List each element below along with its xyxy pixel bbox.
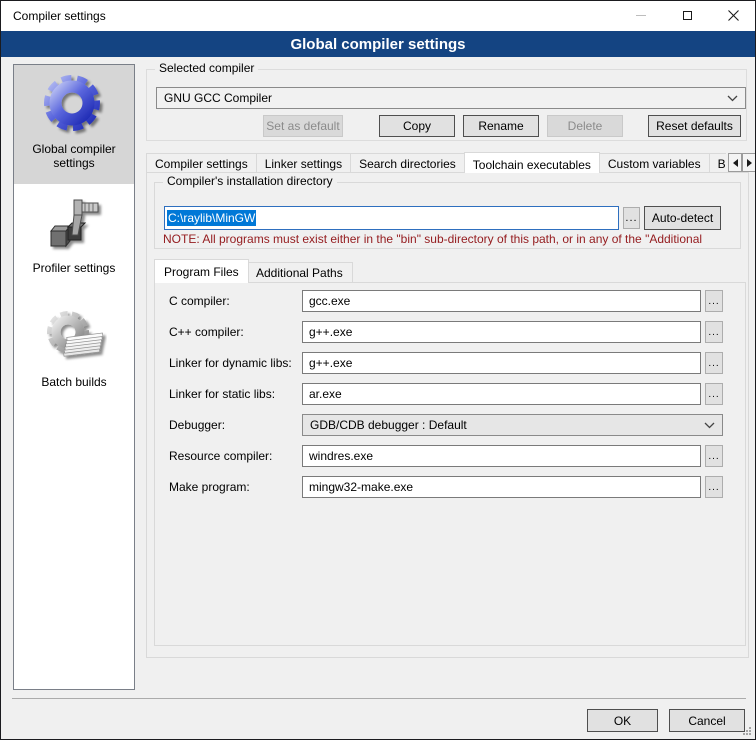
gear-icon: [41, 72, 107, 138]
debugger-label: Debugger:: [169, 414, 302, 436]
static-linker-browse-button[interactable]: ...: [705, 383, 723, 405]
left-arrow-icon: [733, 159, 738, 167]
c-compiler-label: C compiler:: [169, 290, 302, 312]
minimize-icon: [636, 15, 646, 16]
minimize-button[interactable]: [618, 1, 664, 30]
resize-grip[interactable]: [742, 726, 752, 736]
ellipsis-icon: ...: [708, 358, 719, 369]
window-title: Compiler settings: [1, 9, 106, 23]
footer-separator: [12, 698, 746, 699]
ellipsis-icon: ...: [625, 212, 637, 224]
program-files-panel: C compiler: ... C++ compiler: ... Linker…: [154, 282, 746, 646]
cancel-label: Cancel: [688, 714, 725, 728]
copy-button[interactable]: Copy: [379, 115, 455, 137]
ellipsis-icon: ...: [708, 482, 719, 493]
reset-defaults-button[interactable]: Reset defaults: [648, 115, 741, 137]
ok-label: OK: [614, 714, 631, 728]
batch-builds-icon: [41, 305, 107, 371]
selected-compiler-group-label: Selected compiler: [155, 61, 258, 76]
installation-directory-label: Compiler's installation directory: [163, 174, 337, 189]
installation-directory-input[interactable]: C:\raylib\MinGW: [164, 206, 619, 230]
auto-detect-button[interactable]: Auto-detect: [644, 206, 721, 230]
dialog-header: Global compiler settings: [1, 31, 755, 57]
tab-label: Linker settings: [265, 157, 342, 171]
tab-label: Search directories: [359, 157, 456, 171]
subtab-program-files[interactable]: Program Files: [154, 259, 249, 283]
subtab-additional-paths[interactable]: Additional Paths: [246, 262, 353, 282]
sidebar-item-profiler-settings[interactable]: Profiler settings: [14, 184, 134, 298]
make-program-browse-button[interactable]: ...: [705, 476, 723, 498]
main-tabstrip: Compiler settings Linker settings Search…: [146, 152, 726, 173]
rename-button[interactable]: Rename: [463, 115, 539, 137]
dynamic-linker-label: Linker for dynamic libs:: [169, 352, 302, 374]
debugger-dropdown[interactable]: GDB/CDB debugger : Default: [302, 414, 723, 436]
tab-build-options[interactable]: Build options: [709, 153, 726, 173]
ellipsis-icon: ...: [708, 296, 719, 307]
auto-detect-label: Auto-detect: [652, 211, 713, 225]
tab-label: Compiler settings: [155, 157, 248, 171]
dynamic-linker-input[interactable]: [303, 353, 700, 373]
dynamic-linker-browse-button[interactable]: ...: [705, 352, 723, 374]
delete-label: Delete: [568, 119, 603, 133]
right-arrow-icon: [747, 159, 752, 167]
installation-directory-value: C:\raylib\MinGW: [167, 210, 256, 226]
tab-scroll-left-button[interactable]: [728, 153, 742, 172]
static-linker-label: Linker for static libs:: [169, 383, 302, 405]
subtab-label: Program Files: [164, 265, 239, 279]
set-as-default-button[interactable]: Set as default: [263, 115, 343, 137]
tab-linker-settings[interactable]: Linker settings: [256, 153, 351, 173]
ok-button[interactable]: OK: [587, 709, 658, 732]
close-button[interactable]: [710, 1, 756, 30]
resource-compiler-input[interactable]: [303, 446, 700, 466]
sidebar-item-label: Batch builds: [37, 371, 110, 399]
selected-compiler-value: GNU GCC Compiler: [164, 91, 727, 105]
chevron-down-icon: [704, 422, 715, 429]
set-as-default-label: Set as default: [266, 119, 339, 133]
resource-compiler-browse-button[interactable]: ...: [705, 445, 723, 467]
chevron-down-icon: [727, 95, 738, 102]
reset-defaults-label: Reset defaults: [656, 119, 733, 133]
dialog-header-title: Global compiler settings: [290, 36, 465, 53]
cpp-compiler-input[interactable]: [303, 322, 700, 342]
static-linker-input[interactable]: [303, 384, 700, 404]
ellipsis-icon: ...: [708, 451, 719, 462]
close-icon: [728, 10, 739, 21]
subtab-label: Additional Paths: [256, 266, 343, 280]
cpp-compiler-browse-button[interactable]: ...: [705, 321, 723, 343]
maximize-icon: [683, 11, 692, 20]
tab-search-directories[interactable]: Search directories: [350, 153, 465, 173]
maximize-button[interactable]: [664, 1, 710, 30]
sidebar-item-global-compiler-settings[interactable]: Global compiler settings: [14, 65, 134, 184]
tab-label: Toolchain executables: [473, 158, 591, 172]
cpp-compiler-label: C++ compiler:: [169, 321, 302, 343]
delete-button[interactable]: Delete: [547, 115, 623, 137]
sidebar-item-label: Profiler settings: [29, 257, 120, 285]
browse-directory-button[interactable]: ...: [623, 207, 640, 229]
ellipsis-icon: ...: [708, 389, 719, 400]
tab-compiler-settings[interactable]: Compiler settings: [146, 153, 257, 173]
ellipsis-icon: ...: [708, 327, 719, 338]
c-compiler-browse-button[interactable]: ...: [705, 290, 723, 312]
sidebar-item-batch-builds[interactable]: Batch builds: [14, 298, 134, 414]
sidebar-item-label: Global compiler settings: [14, 138, 134, 180]
tab-label: Custom variables: [608, 157, 701, 171]
cancel-button[interactable]: Cancel: [669, 709, 745, 732]
selected-compiler-dropdown[interactable]: GNU GCC Compiler: [156, 87, 746, 109]
make-program-input[interactable]: [303, 477, 700, 497]
tab-label: Build options: [718, 157, 726, 171]
resource-compiler-label: Resource compiler:: [169, 445, 302, 467]
tab-scroll-right-button[interactable]: [742, 153, 756, 172]
rename-label: Rename: [478, 119, 523, 133]
tab-toolchain-executables[interactable]: Toolchain executables: [464, 152, 600, 173]
make-program-label: Make program:: [169, 476, 302, 498]
debugger-value: GDB/CDB debugger : Default: [310, 418, 704, 432]
c-compiler-input[interactable]: [303, 291, 700, 311]
compiler-settings-window: Compiler settings Global compiler settin…: [0, 0, 756, 740]
tab-custom-variables[interactable]: Custom variables: [599, 153, 710, 173]
caliper-icon: [41, 191, 107, 257]
copy-label: Copy: [403, 119, 431, 133]
settings-category-list: Global compiler settings Profil: [13, 64, 135, 690]
bin-subdirectory-note: NOTE: All programs must exist either in …: [163, 232, 740, 246]
